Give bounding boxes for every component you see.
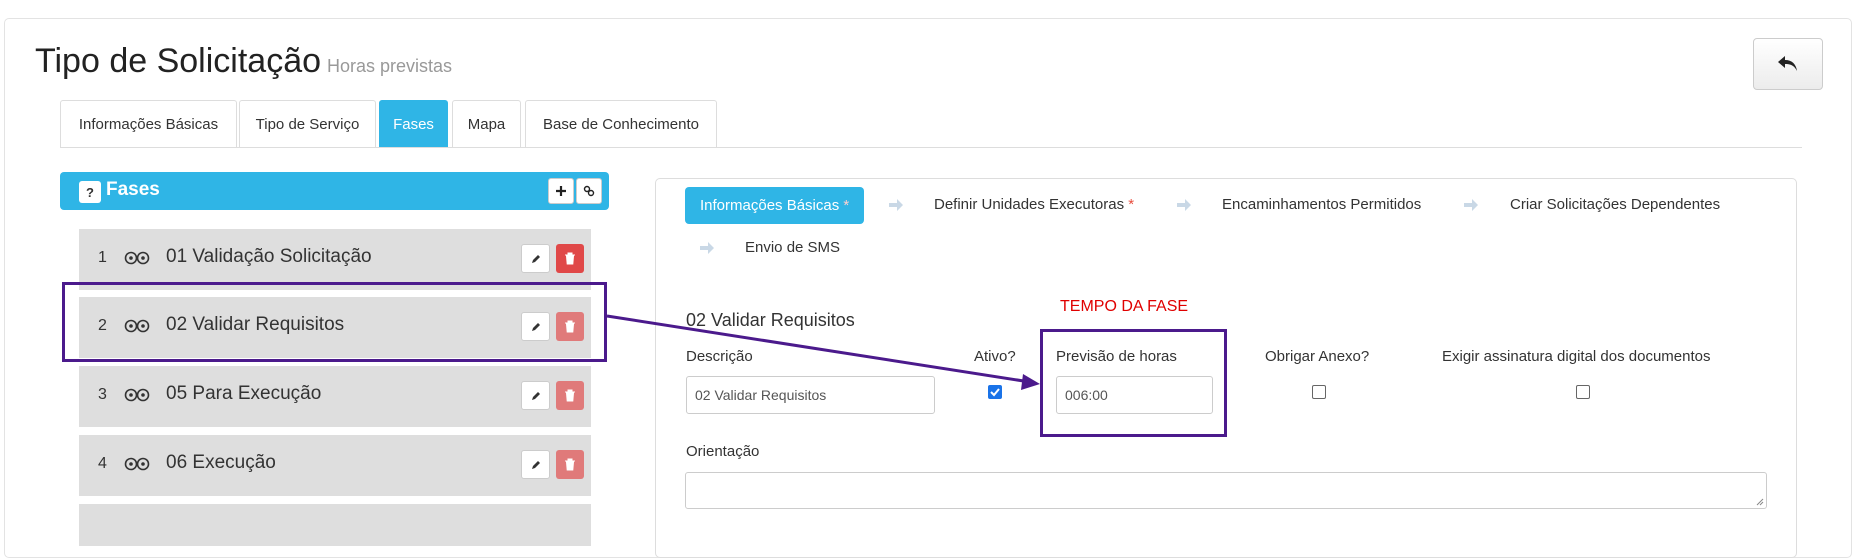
annotation-arrow xyxy=(606,314,1040,390)
